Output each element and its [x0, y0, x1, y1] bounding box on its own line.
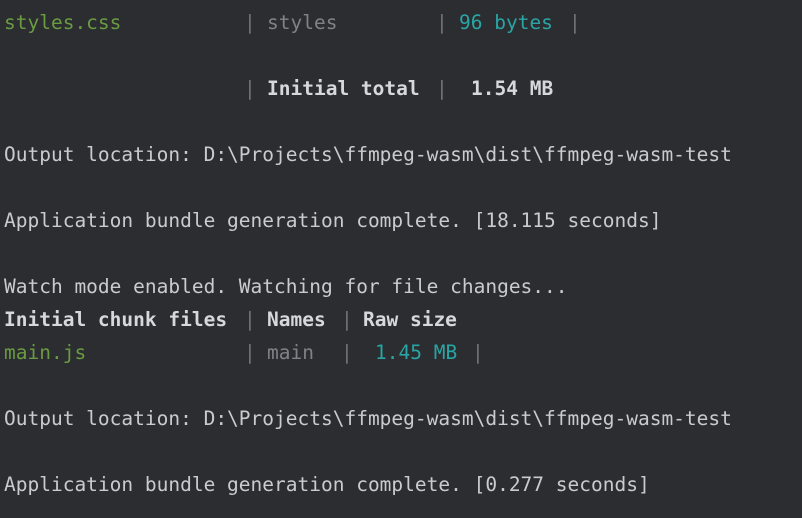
bundle-complete-line: Application bundle generation complete. … [4, 209, 662, 232]
column-header-names: Names [267, 308, 326, 331]
column-separator: | [436, 77, 448, 100]
output-location-line: Output location: D:\Projects\ffmpeg-wasm… [4, 407, 732, 430]
bundle-complete-line: Application bundle generation complete. … [4, 473, 650, 496]
column-header-raw-size: Raw size [363, 308, 457, 331]
output-location-line: Output location: D:\Projects\ffmpeg-wasm… [4, 143, 732, 166]
column-separator: | [244, 308, 256, 331]
table-total-row: | Initial total | 1.54 MB [4, 72, 553, 105]
chunk-raw-size: 1.45 MB [375, 341, 458, 364]
chunk-file-name: styles.css [4, 11, 122, 34]
column-header-files: Initial chunk files [4, 308, 228, 331]
table-row: styles.css | styles | 96 bytes | [4, 6, 581, 39]
table-header: Initial chunk files | Names | Raw size [4, 303, 457, 336]
initial-total-label: Initial total [267, 77, 420, 100]
chunk-name: styles [267, 11, 338, 34]
column-separator: | [436, 11, 448, 34]
initial-total-size: 1.54 MB [471, 77, 554, 100]
chunk-name: main [267, 341, 314, 364]
column-separator: | [244, 341, 256, 364]
table-row: main.js | main | 1.45 MB | [4, 336, 484, 369]
column-separator: | [244, 11, 256, 34]
chunk-file-name: main.js [4, 341, 87, 364]
column-separator: | [341, 308, 353, 331]
column-separator: | [341, 341, 353, 364]
chunk-raw-size: 96 bytes [459, 11, 553, 34]
column-separator: | [472, 341, 484, 364]
column-separator: | [569, 11, 581, 34]
watch-mode-line: Watch mode enabled. Watching for file ch… [4, 275, 568, 298]
terminal-output[interactable]: styles.css | styles | 96 bytes | | Initi… [0, 0, 802, 518]
column-separator: | [244, 77, 256, 100]
